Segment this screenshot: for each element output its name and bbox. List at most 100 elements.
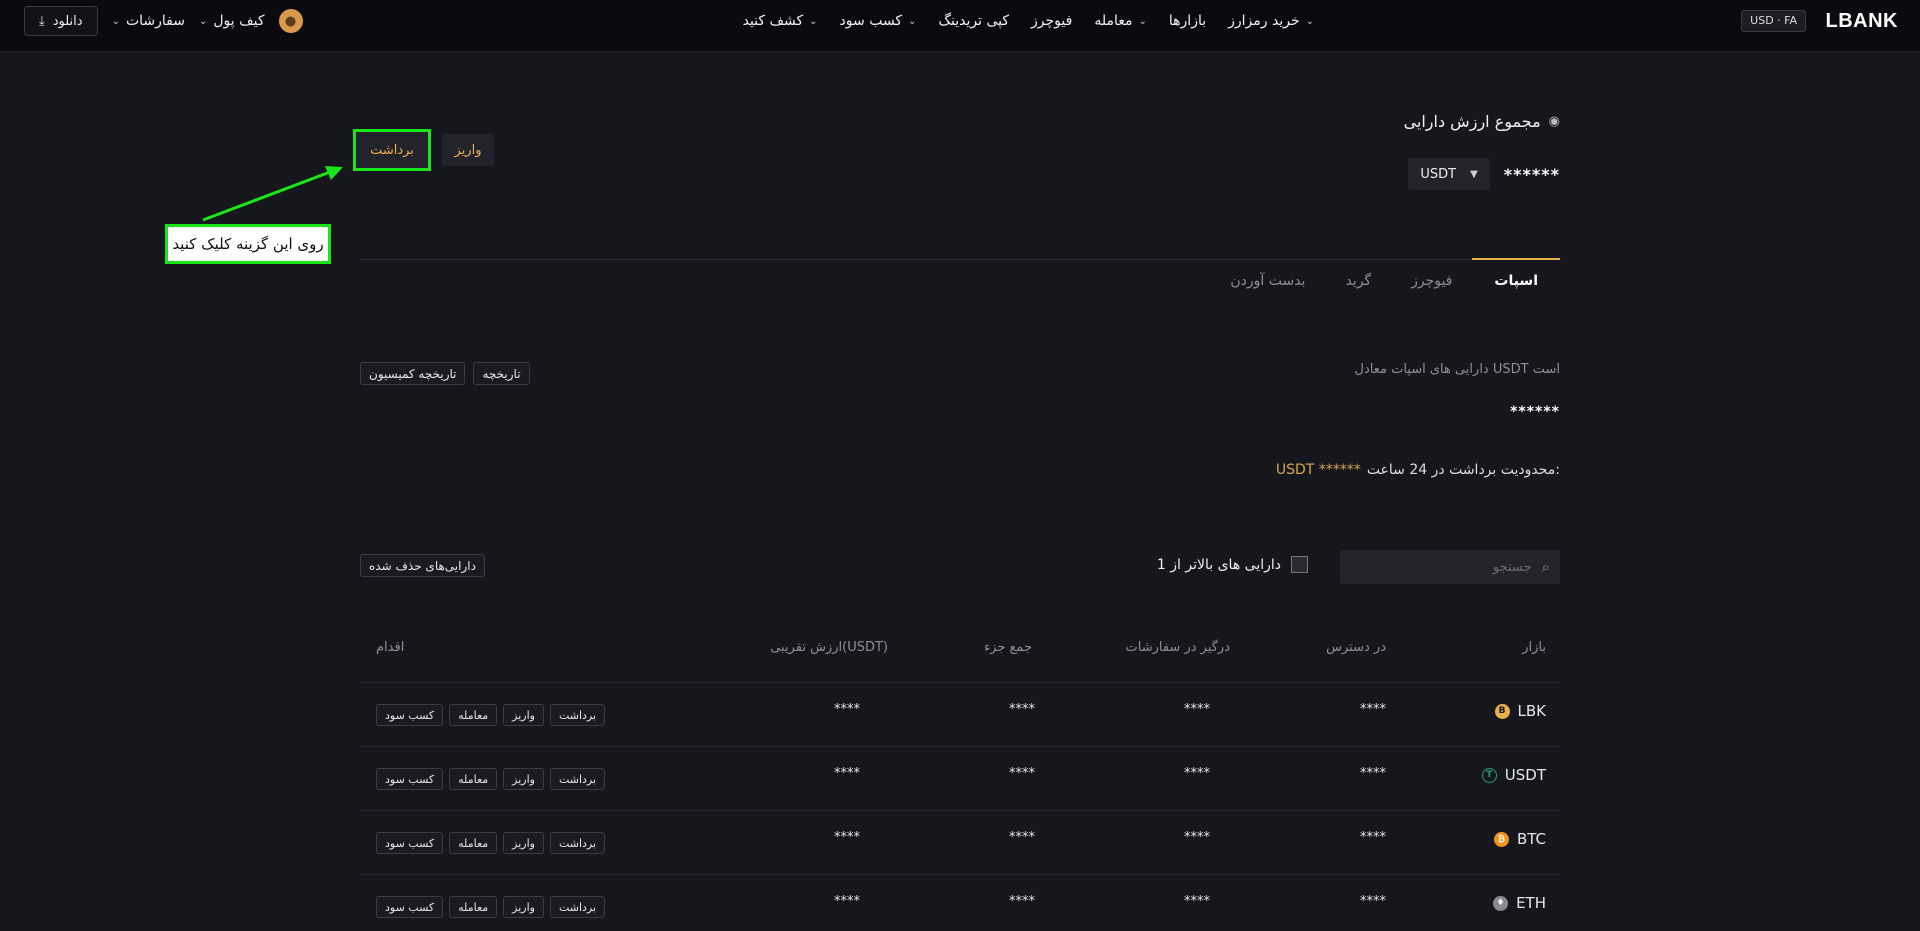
hide-small-assets: دارایی های بالاتر از 1 (1157, 556, 1308, 573)
row-divider (360, 810, 1560, 811)
withdraw-action-button[interactable]: برداشت (549, 832, 606, 854)
earn-action-button[interactable]: کسب سود (376, 768, 444, 790)
chevron-down-icon: ⌄ (198, 15, 208, 27)
download-label: دانلود (52, 13, 83, 29)
coin-cell: ₿ BTC (1493, 830, 1546, 848)
earn-action-button[interactable]: کسب سود (376, 704, 444, 726)
avatar[interactable]: ● (278, 9, 303, 33)
nav-markets[interactable]: بازارها (1169, 13, 1206, 29)
coin-name: LBK (1517, 702, 1546, 720)
total-assets-value: ****** (1503, 164, 1560, 184)
row-divider (360, 746, 1560, 747)
header-action: اقدام (376, 640, 405, 655)
download-button[interactable]: ⤓ دانلود (24, 6, 98, 36)
above-one-checkbox[interactable] (1291, 556, 1308, 573)
deposit-action-button[interactable]: واریز (503, 768, 544, 790)
annotation-callout: روی این گزینه کلیک کنید (165, 224, 331, 264)
coin-name: ETH (1516, 894, 1546, 912)
spot-assets-value: ****** (1510, 404, 1560, 420)
usdt-coin-icon: T (1481, 767, 1497, 783)
deposit-action-button[interactable]: واریز (503, 832, 544, 854)
row-actions: برداشت واریز معامله کسب سود (376, 704, 606, 726)
above-one-label: دارایی های بالاتر از 1 (1156, 556, 1281, 573)
deposit-button[interactable]: واریز (442, 134, 494, 166)
nav-copy-trading[interactable]: کپی تریدینگ (939, 13, 1010, 29)
nav-label: معامله (1094, 13, 1133, 29)
deposit-action-button[interactable]: واریز (503, 704, 544, 726)
history-buttons: تاریخچه کمیسیون تاریخچه (360, 362, 530, 385)
currency-select[interactable]: USDT ▼ (1408, 158, 1490, 190)
search-box: ⌕ (1340, 550, 1560, 584)
chevron-down-icon: ⌄ (111, 15, 120, 27)
eye-off-icon[interactable]: ◉ (1549, 114, 1560, 129)
withdraw-limit-label: محدودیت برداشت در 24 ساعت: (1366, 462, 1560, 478)
approx-value: **** (834, 894, 860, 909)
search-input[interactable] (1363, 558, 1534, 576)
coin-name: BTC (1516, 830, 1546, 848)
trade-action-button[interactable]: معامله (449, 896, 498, 918)
commission-history-button[interactable]: تاریخچه کمیسیون (360, 362, 466, 385)
chevron-down-icon: ⌄ (908, 15, 917, 27)
nav-trade[interactable]: معامله ⌄ (1094, 13, 1147, 29)
coin-cell: T USDT (1481, 766, 1546, 784)
tab-earn[interactable]: بدست آوردن (1210, 259, 1325, 303)
nav-label: کسب سود (839, 13, 903, 29)
available-value: **** (1360, 894, 1386, 909)
nav-earn[interactable]: کسب سود ⌄ (840, 13, 917, 29)
available-value: **** (1360, 830, 1386, 845)
header-approx-value: ارزش تقریبی(USDT) (770, 640, 888, 655)
row-actions: برداشت واریز معامله کسب سود (376, 832, 606, 854)
approx-value: **** (834, 766, 860, 781)
coin-cell: B LBK (1494, 702, 1546, 720)
currency-value: USDT (1420, 166, 1457, 182)
withdraw-action-button[interactable]: برداشت (549, 768, 606, 790)
trade-action-button[interactable]: معامله (449, 832, 498, 854)
total-assets-row: USDT ▼ ****** (1408, 158, 1560, 190)
withdraw-action-button[interactable]: برداشت (549, 704, 606, 726)
top-navbar: LBANK USD · FA خرید رمزارز ⌄ بازارها معام… (0, 0, 1920, 52)
withdraw-limit: USDT ****** محدودیت برداشت در 24 ساعت: (1276, 462, 1560, 478)
chevron-down-icon: ⌄ (1305, 15, 1314, 27)
nav-futures[interactable]: فیوچرز (1031, 13, 1072, 29)
annotation-arrow (202, 166, 343, 222)
subtotal-value: **** (1009, 894, 1035, 909)
deleted-assets-button[interactable]: دارایی‌های حذف شده (360, 554, 485, 577)
wallet-label: کیف پول (213, 13, 265, 29)
tab-futures[interactable]: فیوچرز (1391, 259, 1472, 303)
tab-grid[interactable]: گرید (1325, 259, 1391, 303)
tab-spot[interactable]: اسپات (1472, 258, 1560, 302)
spot-assets-label: دارایی های اسپات معادل USDT است (1354, 362, 1560, 377)
language-currency-button[interactable]: USD · FA (1741, 10, 1806, 32)
row-divider (360, 682, 1560, 683)
coin-name: USDT (1504, 766, 1546, 784)
header-market: بازار (1522, 640, 1546, 655)
row-actions: برداشت واریز معامله کسب سود (376, 768, 606, 790)
in-orders-value: **** (1184, 702, 1210, 717)
history-button[interactable]: تاریخچه (473, 362, 530, 385)
nav-label: کشف کنید (742, 13, 804, 29)
earn-action-button[interactable]: کسب سود (376, 832, 444, 854)
approx-value: **** (834, 702, 860, 717)
available-value: **** (1360, 702, 1386, 717)
lbank-logo[interactable]: LBANK (1826, 10, 1899, 33)
lbk-coin-icon: B (1494, 703, 1510, 719)
nav-explore[interactable]: کشف کنید ⌄ (743, 13, 818, 29)
earn-action-button[interactable]: کسب سود (376, 896, 444, 918)
user-tools: ⤓ دانلود ⌄ سفارشات ⌄ کیف پول ● (24, 6, 303, 36)
header-subtotal: جمع جزء (984, 640, 1032, 655)
trade-action-button[interactable]: معامله (449, 704, 498, 726)
nav-buy-crypto[interactable]: خرید رمزارز ⌄ (1228, 13, 1314, 29)
deposit-action-button[interactable]: واریز (503, 896, 544, 918)
wallet-menu[interactable]: ⌄ کیف پول (199, 13, 265, 29)
withdraw-action-button[interactable]: برداشت (549, 896, 606, 918)
trade-action-button[interactable]: معامله (449, 768, 498, 790)
subtotal-value: **** (1009, 830, 1035, 845)
nav-label: خرید رمزارز (1228, 13, 1300, 29)
user-icon: ● (284, 13, 297, 29)
withdraw-button[interactable]: برداشت (353, 129, 431, 171)
orders-menu[interactable]: ⌄ سفارشات (112, 13, 185, 29)
approx-value: **** (834, 830, 860, 845)
btc-coin-icon: ₿ (1493, 831, 1509, 847)
nav-label: بازارها (1168, 13, 1207, 29)
search-icon: ⌕ (1541, 558, 1550, 576)
